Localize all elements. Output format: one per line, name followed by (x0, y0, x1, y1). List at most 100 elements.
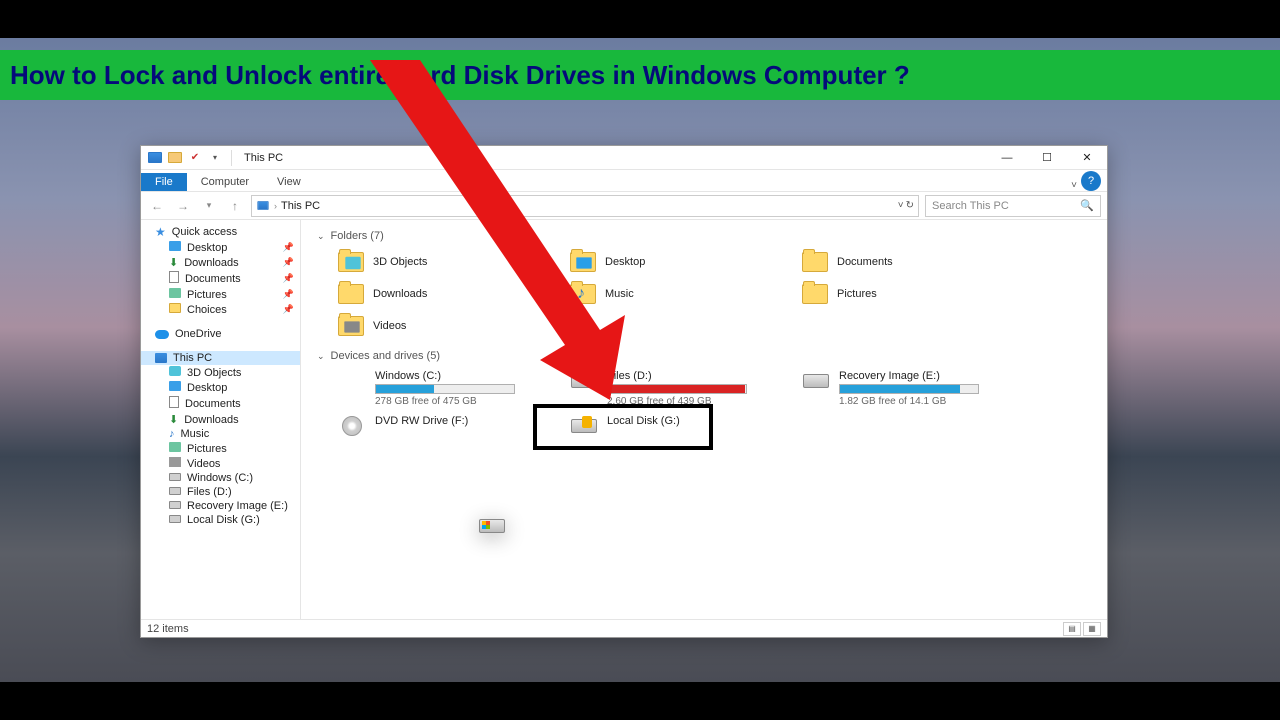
pin-icon: 📌 (283, 304, 294, 315)
sidebar-item-downloads[interactable]: ⬇ Downloads 📌 (141, 255, 300, 270)
close-button[interactable]: ✕ (1067, 146, 1107, 170)
sidebar-item-label: 3D Objects (187, 367, 241, 379)
drive-free-text: 1.82 GB free of 14.1 GB (839, 396, 979, 407)
sidebar-item-label: Local Disk (G:) (187, 514, 260, 526)
nav-forward-button[interactable]: → (173, 196, 193, 216)
drive-usage-bar (375, 384, 515, 394)
folder-downloads[interactable]: Downloads (335, 280, 555, 308)
folder-videos[interactable]: Videos (335, 312, 555, 340)
view-tiles-button[interactable]: ▦ (1083, 622, 1101, 636)
drive-icon (801, 370, 831, 392)
folder-label: Pictures (837, 288, 877, 300)
sidebar-item-desktop[interactable]: Desktop 📌 (141, 240, 300, 255)
qat-properties-icon[interactable] (167, 150, 183, 166)
folder-icon (569, 250, 597, 274)
folder-label: Documents (837, 256, 893, 268)
sidebar-item-recovery-image-e-[interactable]: Recovery Image (E:) (141, 499, 300, 513)
folder-music[interactable]: ♪ Music (567, 280, 787, 308)
section-label: Devices and drives (5) (331, 350, 440, 362)
folder-documents[interactable]: Documents (799, 248, 1019, 276)
minimize-button[interactable]: — (987, 146, 1027, 170)
drive-icon (169, 500, 181, 512)
drive-local-disk-g-[interactable]: Local Disk (G:) (567, 413, 787, 439)
sidebar-label: This PC (173, 352, 212, 364)
folder-icon (801, 250, 829, 274)
sidebar-item-choices[interactable]: Choices 📌 (141, 302, 300, 317)
sidebar-this-pc[interactable]: This PC (141, 351, 300, 365)
sidebar-quick-access[interactable]: ★ Quick access (141, 224, 300, 240)
maximize-button[interactable]: ☐ (1027, 146, 1067, 170)
nav-up-button[interactable]: ↑ (225, 196, 245, 216)
ribbon-tabs: File Computer View ˅ ? (141, 170, 1107, 192)
star-icon: ★ (155, 225, 166, 239)
drive-recovery-image-e-[interactable]: Recovery Image (E:) 1.82 GB free of 14.1… (799, 368, 1019, 409)
vid-icon (169, 457, 181, 470)
sidebar-item-label: Desktop (187, 382, 227, 394)
breadcrumb[interactable]: This PC (281, 200, 320, 212)
sidebar-item-desktop[interactable]: Desktop (141, 380, 300, 395)
address-pc-icon (257, 201, 268, 210)
content-pane: ⌄ Folders (7) 3D Objects Desktop Documen… (301, 220, 1107, 619)
address-dropdown-icon[interactable]: ˅ (898, 200, 904, 211)
drive-dvd-rw-drive-f-[interactable]: DVD RW Drive (F:) (335, 413, 555, 439)
sidebar-item-pictures[interactable]: Pictures (141, 441, 300, 456)
titlebar: ✔ ▾ This PC — ☐ ✕ (141, 146, 1107, 170)
music-icon: ♪ (169, 428, 175, 440)
tab-file[interactable]: File (141, 173, 187, 191)
folder-3d-objects[interactable]: 3D Objects (335, 248, 555, 276)
tab-computer[interactable]: Computer (187, 173, 263, 191)
chevron-down-icon: ⌄ (317, 351, 325, 362)
sidebar-item-label: Choices (187, 304, 227, 316)
drive-icon (337, 370, 367, 392)
breadcrumb-sep-icon: › (274, 201, 277, 211)
title-banner-text: How to Lock and Unlock entire Hard Disk … (10, 60, 910, 91)
drive-usage-bar (607, 384, 747, 394)
sidebar-item-music[interactable]: ♪ Music (141, 427, 300, 441)
section-drives-header[interactable]: ⌄ Devices and drives (5) (317, 350, 1097, 362)
drive-label: Local Disk (G:) (607, 415, 680, 427)
sidebar-item-downloads[interactable]: ⬇ Downloads (141, 412, 300, 427)
sidebar-item-documents[interactable]: Documents 📌 (141, 270, 300, 287)
sidebar-item-pictures[interactable]: Pictures 📌 (141, 287, 300, 302)
folder-pictures[interactable]: Pictures (799, 280, 1019, 308)
help-button[interactable]: ? (1081, 171, 1101, 191)
qat-newfolder-icon[interactable]: ✔ (187, 150, 203, 166)
sidebar-item-files-d-[interactable]: Files (D:) (141, 485, 300, 499)
sidebar-item-local-disk-g-[interactable]: Local Disk (G:) (141, 513, 300, 527)
pin-icon: 📌 (283, 257, 294, 268)
drive-files-d-[interactable]: Files (D:) 2.60 GB free of 439 GB (567, 368, 787, 409)
qat-dropdown-icon[interactable]: ▾ (207, 150, 223, 166)
nav-history-button[interactable]: ▾ (199, 196, 219, 216)
sidebar-item-windows-c-[interactable]: Windows (C:) (141, 471, 300, 485)
sidebar-onedrive[interactable]: OneDrive (141, 327, 300, 341)
ribbon-expand-icon[interactable]: ˅ (1071, 180, 1077, 191)
sidebar-item-label: Documents (185, 273, 241, 285)
address-bar[interactable]: › This PC ˅ ↻ (251, 195, 919, 217)
tab-view[interactable]: View (263, 173, 315, 191)
sidebar-item-label: Downloads (184, 414, 238, 426)
section-label: Folders (7) (331, 230, 384, 242)
sidebar-item-videos[interactable]: Videos (141, 456, 300, 471)
desktop-icon (169, 381, 181, 394)
sidebar-item-label: Videos (187, 458, 220, 470)
refresh-button[interactable]: ↻ (906, 200, 914, 211)
obj-icon (169, 366, 181, 379)
sidebar-item-documents[interactable]: Documents (141, 395, 300, 412)
down-icon: ⬇ (169, 413, 178, 426)
sidebar-item-label: Downloads (184, 257, 238, 269)
titlebar-separator (231, 150, 232, 166)
folder-label: Videos (373, 320, 406, 332)
sidebar-item-3d-objects[interactable]: 3D Objects (141, 365, 300, 380)
status-item-count: 12 items (147, 623, 189, 635)
nav-back-button[interactable]: ← (147, 196, 167, 216)
folder-desktop[interactable]: Desktop (567, 248, 787, 276)
search-input[interactable]: Search This PC 🔍 (925, 195, 1101, 217)
drive-label: Recovery Image (E:) (839, 370, 979, 382)
pic-icon (169, 442, 181, 455)
doc-icon (169, 396, 179, 411)
drive-icon (337, 415, 367, 437)
pin-icon: 📌 (283, 242, 294, 253)
drive-windows-c-[interactable]: Windows (C:) 278 GB free of 475 GB (335, 368, 555, 409)
view-details-button[interactable]: ▤ (1063, 622, 1081, 636)
section-folders-header[interactable]: ⌄ Folders (7) (317, 230, 1097, 242)
